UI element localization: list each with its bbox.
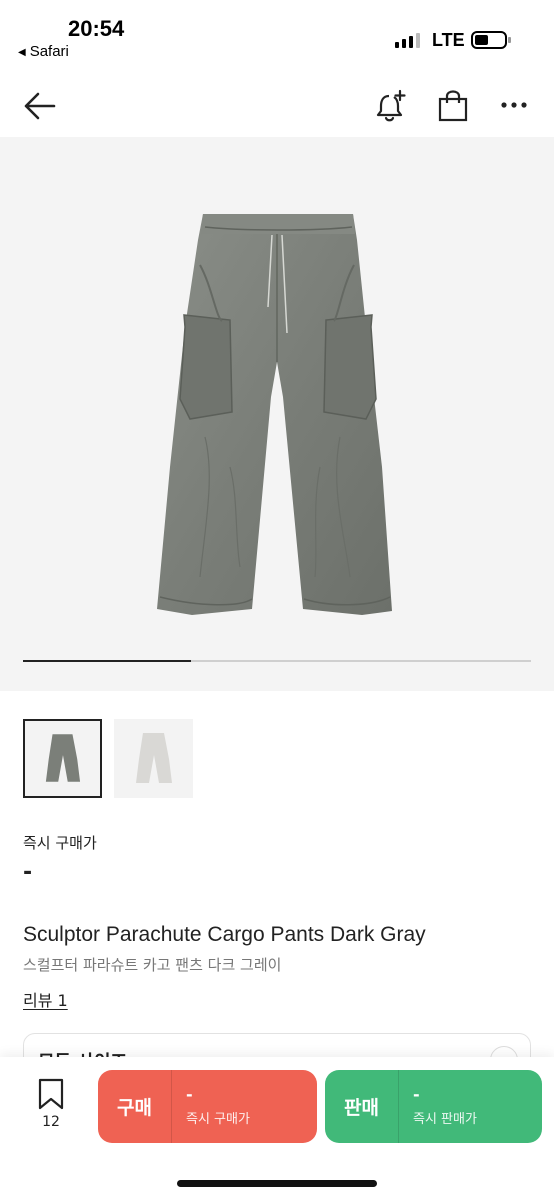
product-image — [157, 214, 392, 615]
bookmark-button[interactable]: 12 — [30, 1078, 72, 1130]
back-to-app-link[interactable]: ◀ Safari — [18, 43, 69, 60]
back-arrow-icon[interactable] — [22, 91, 56, 121]
product-title-en: Sculptor Parachute Cargo Pants Dark Gray — [23, 923, 426, 946]
shopping-bag-icon[interactable] — [437, 89, 469, 123]
network-type: LTE — [432, 30, 465, 50]
product-title-ko: 스컬프터 파라슈트 카고 팬츠 다크 그레이 — [23, 956, 282, 974]
battery-icon — [471, 31, 511, 49]
review-link[interactable]: 리뷰 1 — [23, 987, 68, 1011]
product-image-carousel[interactable] — [0, 137, 554, 691]
back-triangle-icon: ◀ — [18, 47, 26, 58]
nav-bar — [0, 75, 554, 137]
status-bar: 20:54 ◀ Safari LTE — [0, 0, 554, 70]
status-time: 20:54 — [68, 16, 125, 41]
buy-button[interactable]: 구매 - 즉시 구매가 — [98, 1070, 317, 1143]
thumbnail-strip — [23, 719, 193, 798]
back-app-label: Safari — [29, 43, 69, 60]
instant-buy-price-value: - — [23, 860, 33, 885]
thumbnail-light-gray[interactable] — [114, 719, 193, 798]
signal-strength-icon — [395, 33, 420, 48]
buy-button-label: 구매 — [117, 1097, 152, 1119]
more-icon[interactable] — [500, 101, 528, 109]
bell-plus-icon[interactable] — [374, 89, 408, 123]
buy-button-price: - — [186, 1085, 193, 1104]
home-indicator — [177, 1180, 377, 1187]
bottom-action-bar: 12 구매 - 즉시 구매가 판매 - 즉시 판매가 — [0, 1057, 554, 1200]
instant-buy-price-label: 즉시 구매가 — [23, 834, 97, 852]
bookmark-count: 12 — [42, 1114, 60, 1130]
sell-button-sub: 즉시 판매가 — [413, 1112, 477, 1127]
thumbnail-dark-gray[interactable] — [23, 719, 102, 798]
image-progress-fill — [23, 660, 191, 662]
buy-button-sub: 즉시 구매가 — [186, 1112, 250, 1127]
sell-button-label: 판매 — [344, 1097, 379, 1119]
sell-button[interactable]: 판매 - 즉시 판매가 — [325, 1070, 542, 1143]
sell-button-price: - — [413, 1085, 420, 1104]
bookmark-icon — [38, 1078, 64, 1110]
image-progress-track — [23, 660, 531, 662]
